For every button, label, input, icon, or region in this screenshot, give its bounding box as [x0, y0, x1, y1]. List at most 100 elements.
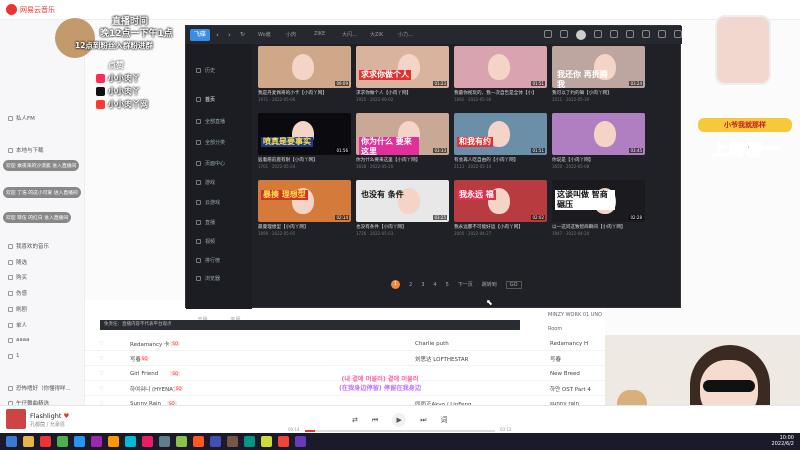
heart-icon[interactable]: ♥: [64, 412, 70, 420]
sidebar-item[interactable]: 我喜欢的音乐: [8, 242, 49, 250]
sidebar-item[interactable]: 随选: [8, 258, 27, 266]
video-title[interactable]: 我永远都不可能好运【小肉丫网】: [454, 224, 547, 230]
video-thumbnail[interactable]: 你为什么 要来这里 03:33: [356, 113, 449, 155]
sidebar-item[interactable]: aaaa: [8, 337, 29, 343]
page-4[interactable]: 4: [433, 282, 436, 288]
sidebar-item[interactable]: 1: [8, 353, 20, 359]
browser-tab[interactable]: 小力...: [398, 31, 413, 38]
taskbar-app-icon[interactable]: [210, 436, 221, 447]
page-3[interactable]: 3: [421, 282, 424, 288]
video-thumbnail[interactable]: 这谈叫做 智商碾压 02:28: [552, 180, 645, 222]
next-page-button[interactable]: 下一页: [458, 281, 473, 288]
back-arrow-icon[interactable]: ‹: [216, 31, 219, 39]
taskbar-app-icon[interactable]: [278, 436, 289, 447]
browser-tab[interactable]: Wo酱: [258, 31, 271, 38]
page-5[interactable]: 5: [446, 282, 449, 288]
page-current[interactable]: 1: [391, 280, 400, 289]
shuffle-icon[interactable]: ⇄: [352, 416, 358, 424]
taskbar-app-icon[interactable]: [244, 436, 255, 447]
forward-arrow-icon[interactable]: ›: [228, 31, 231, 39]
video-thumbnail[interactable]: 03:45: [552, 113, 645, 155]
lyrics-toggle-icon[interactable]: 词: [441, 415, 448, 425]
row-heart-icon[interactable]: ♡: [99, 371, 104, 377]
video-title[interactable]: 也没有条件【小肉丫网】: [356, 224, 449, 230]
video-thumbnail[interactable]: 我永远 福 02:02: [454, 180, 547, 222]
taskbar-app-icon[interactable]: [57, 436, 68, 447]
page-2[interactable]: 2: [409, 282, 412, 288]
go-button[interactable]: GO: [505, 280, 522, 289]
video-thumbnail[interactable]: 求求你做个人 01:23: [356, 46, 449, 88]
video-title[interactable]: 最曼理想型【小肉丫网】: [258, 224, 351, 230]
bag-icon[interactable]: [610, 30, 618, 38]
video-title[interactable]: 你为什么要来这里【小肉丫网】: [356, 157, 449, 163]
taskbar-app-icon[interactable]: [125, 436, 136, 447]
side-nav-item[interactable]: 首页: [196, 96, 215, 103]
settings-gear-icon[interactable]: [674, 30, 682, 38]
taskbar-app-icon[interactable]: [108, 436, 119, 447]
video-thumbnail[interactable]: 也没有 条件 03:25: [356, 180, 449, 222]
taskbar-app-icon[interactable]: [227, 436, 238, 447]
sidebar-item[interactable]: 伤感: [8, 289, 27, 297]
taskbar-app-icon[interactable]: [91, 436, 102, 447]
side-nav-item[interactable]: 视频: [196, 238, 215, 245]
tshirt-icon[interactable]: [642, 30, 650, 38]
browser-tab[interactable]: 大闪...: [342, 31, 357, 38]
sidebar-item[interactable]: 本地与下载: [8, 146, 44, 154]
music-app-logo[interactable]: 网易云音乐: [6, 4, 55, 15]
video-title[interactable]: 以一这问这致智商瞬间【小肉丫网】: [552, 224, 645, 230]
taskbar-app-icon[interactable]: [176, 436, 187, 447]
video-title[interactable]: 我是丹麦佩奇的小卡【小肉丫网】: [258, 90, 351, 96]
taskbar-app-icon[interactable]: [74, 436, 85, 447]
side-nav-item[interactable]: 直播: [196, 219, 215, 226]
gift-icon[interactable]: [626, 30, 634, 38]
video-title[interactable]: 我可以了约的嘛【小肉丫网】: [552, 90, 645, 96]
video-app-logo[interactable]: 飞碟: [190, 29, 210, 41]
row-heart-icon[interactable]: ♡: [99, 386, 104, 392]
sidebar-item[interactable]: 单人: [8, 321, 27, 329]
play-button[interactable]: ▶: [392, 413, 407, 427]
sidebar-item[interactable]: 购买: [8, 273, 27, 281]
taskbar-app-icon[interactable]: [193, 436, 204, 447]
user-avatar[interactable]: [576, 30, 586, 40]
video-title[interactable]: 求求你做个人【小肉丫网】: [356, 90, 449, 96]
taskbar-app-icon[interactable]: [23, 436, 34, 447]
video-thumbnail[interactable]: 喷真是要事实 01:56: [258, 113, 351, 155]
video-thumbnail[interactable]: 09:09: [258, 46, 351, 88]
side-nav-item[interactable]: 云游戏: [196, 199, 220, 206]
taskbar-app-icon[interactable]: [6, 436, 17, 447]
taskbar-app-icon[interactable]: [142, 436, 153, 447]
next-track-button[interactable]: ⏭: [420, 416, 426, 425]
sidebar-item[interactable]: 恐怖嗜好（你懂得咩...: [8, 384, 71, 392]
video-title[interactable]: 猛着愿前鹿有耐【小肉丫网】: [258, 157, 351, 163]
previous-track-button[interactable]: ⏮: [372, 416, 378, 425]
video-thumbnail[interactable]: 我还你 再折腾我 03:24: [552, 46, 645, 88]
table-row[interactable]: ♡ Redamancy 卡 SQ Charlie puth Redamancy H: [85, 337, 605, 351]
browser-tab[interactable]: 小肉: [286, 31, 296, 38]
side-nav-item[interactable]: 排行榜: [196, 257, 220, 264]
sidebar-item[interactable]: 私人FM: [8, 114, 35, 122]
video-thumbnail[interactable]: 01:51: [454, 46, 547, 88]
table-row[interactable]: ♡ 写春 SQ 刘思达 LOFTHESTAR 写春: [85, 352, 605, 366]
message-icon[interactable]: [658, 30, 666, 38]
taskbar-app-icon[interactable]: [261, 436, 272, 447]
progress-bar[interactable]: [305, 430, 495, 432]
taskbar-app-icon[interactable]: [295, 436, 306, 447]
browser-tab[interactable]: 大ZIK: [370, 31, 383, 38]
video-title[interactable]: 有会再人吃自由的【小肉丫网】: [454, 157, 547, 163]
download-icon[interactable]: [594, 30, 602, 38]
side-nav-item[interactable]: 页面中心: [196, 160, 225, 167]
taskbar-app-icon[interactable]: [159, 436, 170, 447]
row-heart-icon[interactable]: ♡: [99, 356, 104, 362]
row-heart-icon[interactable]: ♡: [99, 341, 104, 347]
side-nav-item[interactable]: 历史: [196, 67, 215, 74]
browser-tab[interactable]: ZIKE: [314, 31, 325, 37]
taskbar-app-icon[interactable]: [40, 436, 51, 447]
video-thumbnail[interactable]: 暴揍 理想型 02:14: [258, 180, 351, 222]
side-nav-item[interactable]: 浏览器: [196, 275, 220, 282]
album-cover-image[interactable]: [6, 409, 26, 429]
video-title[interactable]: 你说是【小肉丫网】: [552, 157, 645, 163]
sidebar-item[interactable]: 刷剧: [8, 305, 27, 313]
video-thumbnail[interactable]: 和我有约 01:51: [454, 113, 547, 155]
list-icon[interactable]: [560, 30, 568, 38]
side-nav-item[interactable]: 全部直播: [196, 118, 225, 125]
